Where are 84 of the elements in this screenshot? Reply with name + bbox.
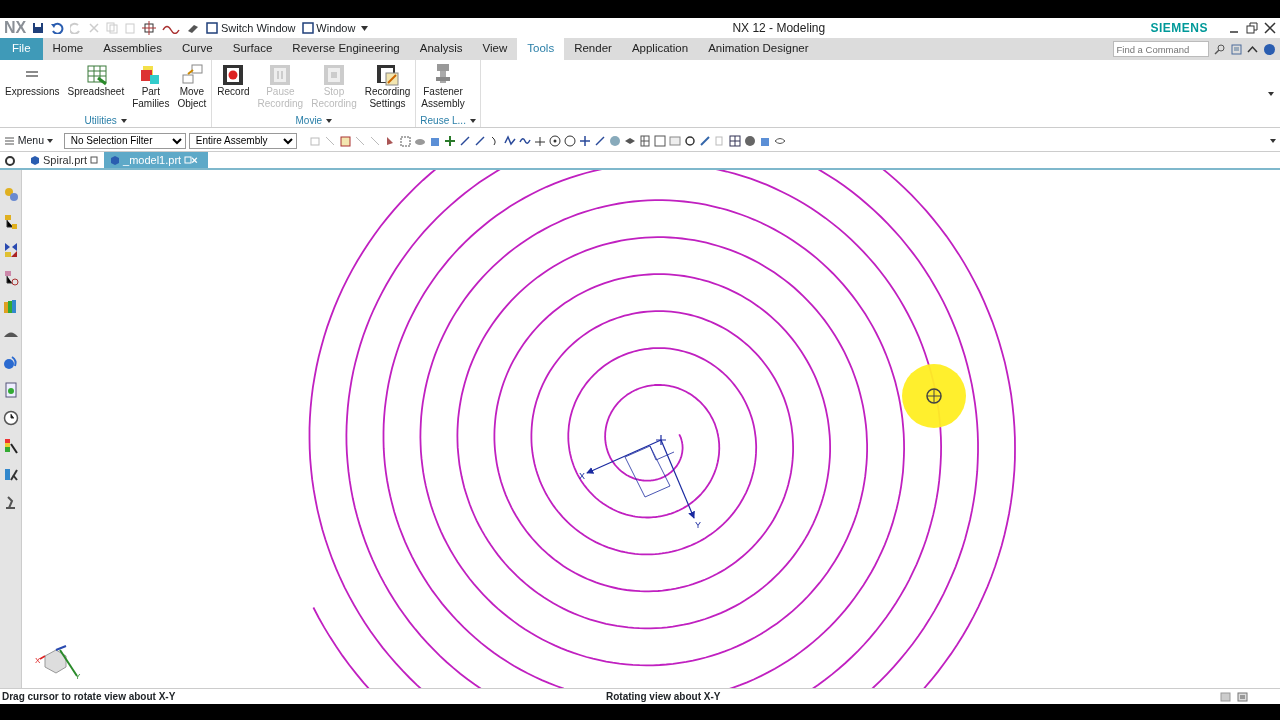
save-icon[interactable] [32,22,45,34]
document-tab[interactable]: Spiral.prt [24,152,105,168]
axis-label: X [35,656,41,665]
status-message: Rotating view about X-Y [606,690,721,704]
collapse-icon[interactable] [1247,43,1258,55]
clock-icon[interactable] [2,410,19,426]
menu-icon [4,135,15,146]
ribbon-tab[interactable]: Application [621,38,699,60]
palette-icon[interactable] [2,438,19,454]
frame-icon[interactable] [338,134,351,147]
window-icon [301,22,314,34]
axis-label: X [579,471,585,481]
constraint-icon[interactable] [2,242,19,258]
axes-icon[interactable] [443,134,456,147]
gears-icon[interactable] [2,186,19,202]
ribbon-button[interactable]: Record [216,62,251,98]
axis-label: Y [695,520,701,530]
ribbon-tab[interactable]: Home [42,38,94,60]
ribbon-button[interactable]: Recording Settings [363,62,412,110]
rotate-cursor-highlight [902,364,966,428]
caret-icon [46,138,53,143]
circle-icon[interactable] [563,134,576,147]
caret-icon[interactable] [469,118,476,123]
restore-icon[interactable] [1246,22,1258,34]
search-icon[interactable] [1214,43,1225,55]
menu-button[interactable]: Menu [4,132,53,149]
ribbon-tab[interactable]: Reverse Engineering [282,38,410,60]
group-title: Utilities [84,114,117,128]
ribbon-button[interactable]: Part Families [131,62,171,110]
scope-select[interactable]: Entire Assembly [188,132,297,149]
view-triad-drawing [39,645,78,677]
undo-icon[interactable] [50,22,65,34]
caret-icon[interactable] [326,118,333,123]
part-icon [110,155,121,165]
close-icon[interactable] [1264,22,1276,34]
line-icon[interactable] [458,134,471,147]
pen-icon[interactable] [698,134,711,147]
line-icon[interactable] [593,134,606,147]
window-menu-button[interactable]: Window [301,19,356,37]
ribbon-button[interactable]: Fastener Assembly [420,62,466,110]
document-icon[interactable] [2,382,19,398]
ribbon-tab[interactable]: Analysis [409,38,473,60]
selection-filter-select[interactable]: No Selection Filter [63,132,186,149]
status-prompt: Drag cursor to rotate view about X-Y [2,690,177,704]
caret-icon[interactable] [1268,91,1274,96]
caret-icon[interactable] [361,25,369,31]
window-icon [206,22,219,34]
target-icon[interactable] [548,134,561,147]
books-icon[interactable] [2,298,19,314]
plus-icon[interactable] [578,134,591,147]
app-logo: NX [4,18,27,38]
ribbon-tab[interactable]: Tools [517,38,565,60]
ribbon-tab[interactable]: View [472,38,518,60]
perpendicular-icon[interactable] [533,134,546,147]
find-command-field[interactable]: Find a Command [1112,41,1209,57]
screen-icon[interactable] [1230,43,1242,55]
line-icon[interactable] [473,134,486,147]
ribbon-button[interactable]: Expressions [4,62,61,98]
rotate-icon[interactable] [683,134,696,147]
grid-icon[interactable] [728,134,741,147]
help-icon[interactable] [1263,43,1275,55]
ribbon-tab[interactable]: Curve [172,38,223,60]
part-icon [30,155,40,165]
tree-icon[interactable] [2,214,19,230]
ribbon-tab[interactable]: Render [564,38,622,60]
tools-icon[interactable] [2,466,19,482]
ribbon-button[interactable]: Move Object [176,62,208,110]
brand-logo: SIEMENS [1150,20,1208,37]
tree-icon[interactable] [2,270,19,286]
group-title: Reuse L... [420,114,466,128]
switch-window-button[interactable]: Switch Window [206,19,296,37]
ribbon-button[interactable]: Spreadsheet [66,62,126,98]
equals-icon [25,71,40,77]
grid-icon[interactable] [638,134,651,147]
ribbon-tab[interactable]: Surface [222,38,283,60]
caret-icon[interactable] [1270,138,1276,143]
caret-icon[interactable] [120,118,127,123]
wave-icon[interactable] [503,134,516,147]
window-title: NX 12 - Modeling [732,20,826,37]
ribbon-tab[interactable]: Animation Designer [698,38,819,60]
list-icon[interactable] [1237,691,1248,702]
group-title: Movie [295,114,323,128]
ribbon-tab[interactable]: Assemblies [93,38,173,60]
signal-icon[interactable] [2,354,19,370]
